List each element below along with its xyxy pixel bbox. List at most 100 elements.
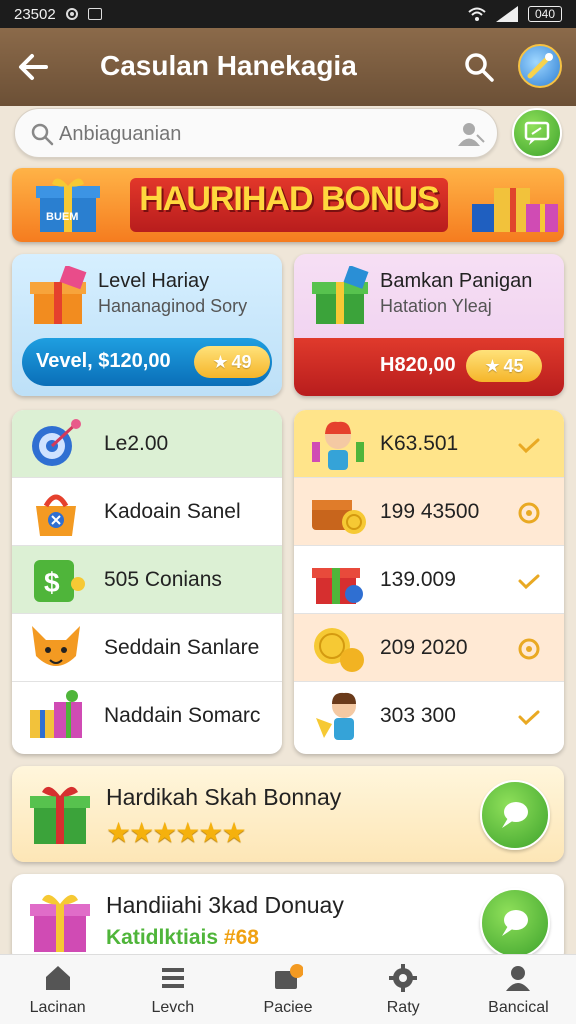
list-item[interactable]: Kadoain Sanel: [12, 478, 282, 546]
avatar-button[interactable]: [518, 44, 562, 88]
list-item-label: Le2.00: [104, 432, 169, 455]
kid-icon: [312, 421, 364, 470]
level-value-bar[interactable]: Vevel, $120,00 ★ 49: [22, 338, 272, 386]
nav-item-list[interactable]: Levch: [115, 955, 230, 1024]
status-bar: 23502 040: [0, 0, 576, 28]
promo-card[interactable]: Hardikah Skah Bonnay ★★★★★★: [12, 766, 564, 862]
list-item[interactable]: Seddain Sanlare: [12, 614, 282, 682]
wifi-icon: [468, 7, 486, 21]
nav-label: Bancical: [488, 999, 549, 1016]
nav-label: Raty: [386, 999, 420, 1016]
list-item-label: 209 2020: [380, 636, 468, 659]
list-item-label: 139.009: [380, 568, 456, 591]
bonus-banner[interactable]: BUEM HAURIHAD BONUS: [12, 168, 564, 242]
star-count: 49: [231, 351, 252, 372]
gift-box-label: BUEM: [46, 211, 78, 223]
star-badge[interactable]: ★ 49: [194, 346, 270, 378]
star-icon: ★: [212, 351, 229, 372]
nav-label: Levch: [151, 999, 195, 1016]
star-badge[interactable]: ★ 45: [466, 350, 542, 382]
target-icon: [32, 419, 81, 466]
list-item[interactable]: 209 2020: [294, 614, 564, 682]
list-item[interactable]: $ 505 Conians: [12, 546, 282, 614]
star-icon: ★: [484, 355, 501, 376]
battery-level: 040: [534, 7, 555, 21]
bottom-navigation: Lacinan Levch Paciee Raty Bancical: [0, 954, 576, 1024]
circle-icon[interactable]: [516, 636, 542, 662]
list-icon: [161, 968, 184, 988]
reward-list-right: K63.501 199 43500 139.009 209 2020 303 3…: [294, 410, 564, 754]
wand-icon: [527, 53, 553, 79]
chat-icon: [524, 121, 550, 145]
back-arrow-icon[interactable]: [16, 50, 50, 84]
settings-status-icon: [65, 8, 78, 20]
chest-icon: [312, 500, 366, 534]
list-item-label: Naddain Somarc: [104, 704, 261, 727]
orange-gift-icon: [30, 266, 87, 324]
list-item-label: 505 Conians: [104, 568, 222, 591]
list-item[interactable]: Naddain Somarc: [12, 682, 282, 750]
promo-title: Handiiahi 3kad Donuay: [106, 892, 344, 918]
promo-badge: #68: [223, 926, 259, 949]
chat-bubble-icon: [502, 910, 528, 936]
promo-action-button[interactable]: [480, 888, 550, 958]
pink-gift-icon: [30, 894, 90, 952]
battery-indicator: 040: [527, 6, 562, 22]
gift-box-icon: BUEM: [36, 178, 100, 232]
search-field-icon: [31, 123, 54, 146]
search-icon[interactable]: [462, 50, 496, 84]
status-time: 23502: [14, 5, 56, 23]
notification-icon: [87, 8, 102, 20]
card-subtitle: Hananaginod Sory: [98, 296, 248, 316]
list-item[interactable]: Le2.00: [12, 410, 282, 478]
gift-icon: [312, 568, 363, 604]
boy-icon: [316, 692, 356, 740]
list-item-label: K63.501: [380, 432, 459, 455]
star-count: 45: [503, 355, 524, 376]
list-item-label: Seddain Sanlare: [104, 636, 260, 659]
check-icon[interactable]: [516, 432, 542, 458]
gift-boxes-icon: [30, 690, 82, 738]
list-item[interactable]: 199 43500: [294, 478, 564, 546]
nav-item-home[interactable]: Lacinan: [0, 955, 115, 1024]
page-title: Casulan Hanekagia: [100, 50, 357, 81]
circle-icon[interactable]: [516, 500, 542, 526]
home-icon: [45, 966, 70, 990]
list-item-label: 303 300: [380, 704, 456, 727]
gear-icon: [389, 964, 418, 992]
promo-action-button[interactable]: [480, 780, 550, 850]
list-item[interactable]: 303 300: [294, 682, 564, 750]
nav-item-profile[interactable]: Bancical: [461, 955, 576, 1024]
person-icon[interactable]: [457, 121, 485, 147]
card-title: Bamkan Panigan: [380, 270, 533, 292]
banner-title: HAURIHAD BONUS: [139, 180, 440, 218]
bank-card[interactable]: Bamkan Panigan Hatation Yleaj H820,00 ★ 4…: [294, 254, 564, 396]
bank-value-bar[interactable]: H820,00 ★ 45: [294, 338, 564, 396]
coins-icon: [314, 628, 364, 672]
promo-subtitle: Katidlktiais #68: [106, 926, 259, 950]
nav-item-settings[interactable]: Raty: [346, 955, 461, 1024]
app-bar: Casulan Hanekagia: [0, 28, 576, 106]
check-icon[interactable]: [516, 704, 542, 730]
nav-item-wallet[interactable]: Paciee: [230, 955, 345, 1024]
profile-icon: [506, 966, 531, 991]
signal-icon: [495, 6, 518, 22]
check-icon[interactable]: [516, 568, 542, 594]
green-gift-icon: [312, 266, 369, 324]
card-title: Level Hariay: [98, 270, 210, 292]
level-value: Vevel, $120,00: [36, 350, 171, 372]
card-subtitle: Hatation Yleaj: [380, 296, 492, 316]
list-item-label: Kadoain Sanel: [104, 500, 241, 523]
search-input[interactable]: [59, 119, 439, 149]
svg-text:$: $: [44, 567, 60, 598]
wallet-icon: [275, 964, 303, 989]
promo-card[interactable]: Handiiahi 3kad Donuay Katidlktiais #68: [12, 874, 564, 964]
search-bar: [14, 108, 498, 158]
nav-label: Paciee: [263, 999, 313, 1016]
money-icon: $: [34, 560, 85, 602]
chat-button[interactable]: [512, 108, 562, 158]
level-card[interactable]: Level Hariay Hananaginod Sory Vevel, $12…: [12, 254, 282, 396]
list-item[interactable]: K63.501: [294, 410, 564, 478]
list-item[interactable]: 139.009: [294, 546, 564, 614]
reward-list-left: Le2.00 Kadoain Sanel $ 505 Conians Sedda…: [12, 410, 282, 754]
